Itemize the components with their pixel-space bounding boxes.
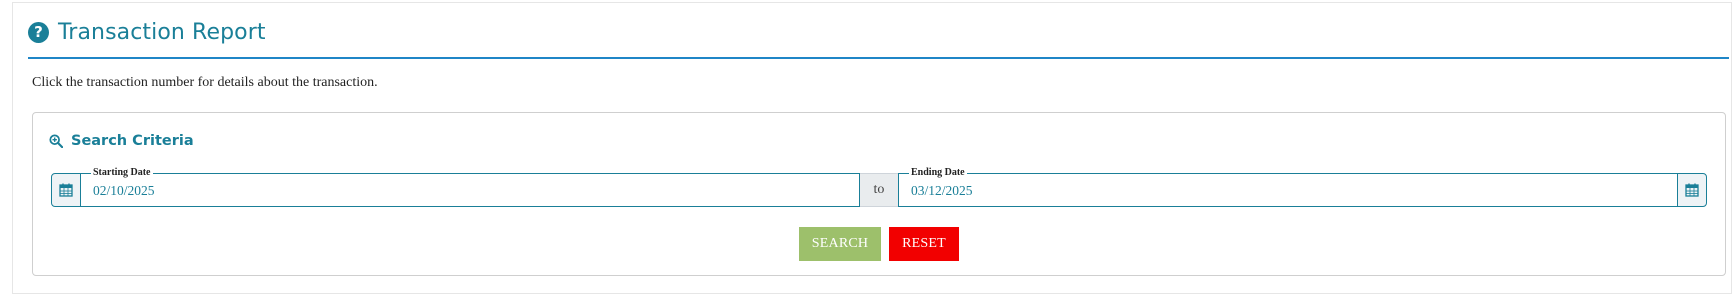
date-range-separator: to <box>860 173 898 207</box>
search-criteria-title: Search Criteria <box>71 133 194 149</box>
question-circle-icon[interactable]: ? <box>28 21 49 43</box>
action-buttons: SEARCH RESET <box>33 227 1725 261</box>
search-criteria-header: Search Criteria <box>49 133 194 149</box>
starting-date-value[interactable]: 02/10/2025 <box>93 183 155 199</box>
header-divider <box>28 57 1729 59</box>
intro-text: Click the transaction number for details… <box>32 75 378 90</box>
search-plus-icon <box>49 134 63 148</box>
ending-date-calendar-button[interactable] <box>1677 173 1707 207</box>
calendar-icon <box>59 183 73 197</box>
ending-date-field[interactable]: Ending Date 03/12/2025 <box>898 167 1677 207</box>
search-button[interactable]: SEARCH <box>799 227 881 261</box>
date-range-row: Starting Date 02/10/2025 to Ending Date … <box>51 167 1707 207</box>
reset-button[interactable]: RESET <box>889 227 959 261</box>
search-criteria-box: Search Criteria Starting Date 02/10/2025… <box>32 112 1726 276</box>
ending-date-value[interactable]: 03/12/2025 <box>911 183 973 199</box>
page-header: ? Transaction Report <box>28 18 266 46</box>
starting-date-field[interactable]: Starting Date 02/10/2025 <box>81 167 860 207</box>
calendar-icon <box>1685 183 1699 197</box>
starting-date-label: Starting Date <box>91 167 153 179</box>
starting-date-calendar-button[interactable] <box>51 173 81 207</box>
page-title: Transaction Report <box>58 19 266 45</box>
ending-date-label: Ending Date <box>909 167 967 179</box>
